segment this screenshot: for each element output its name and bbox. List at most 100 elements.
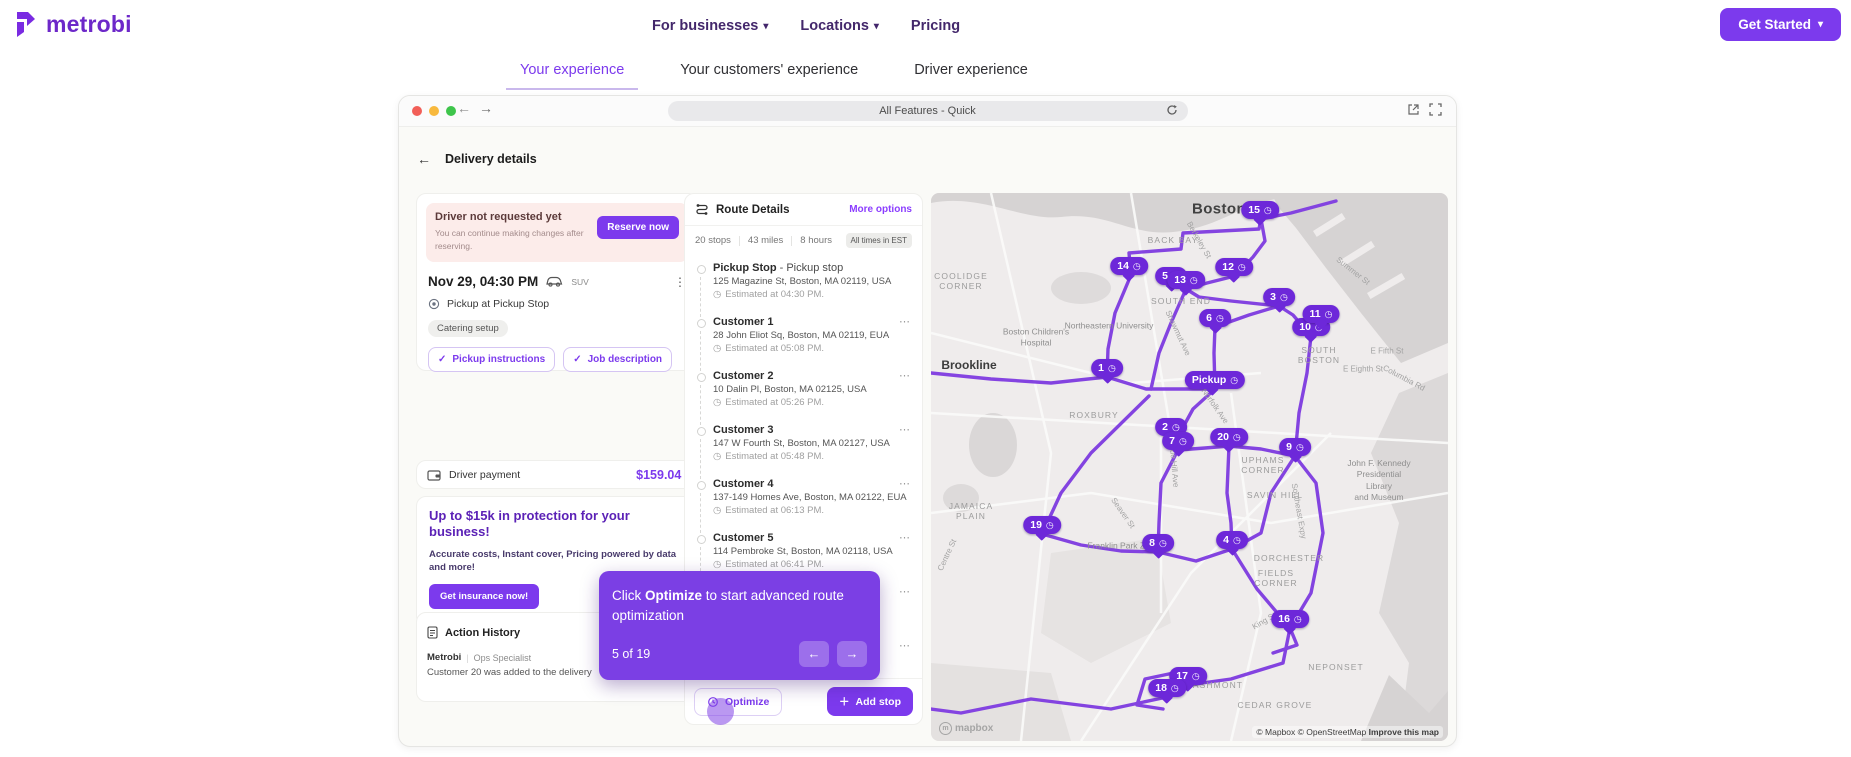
tab-your-experience[interactable]: Your experience [506, 56, 639, 90]
optimize-button[interactable]: Optimize [694, 687, 783, 716]
hours-count: 8 hours [800, 235, 832, 246]
driver-payment-card[interactable]: Driver payment $159.04 › [416, 460, 700, 489]
map-marker-4[interactable]: 4 ◷ [1216, 531, 1248, 549]
map-marker-15[interactable]: 15 ◷ [1241, 201, 1279, 219]
check-icon: ✓ [438, 354, 447, 365]
maximize-window-icon[interactable] [446, 106, 456, 116]
history-role: Ops Specialist [473, 652, 532, 663]
stop-name: Customer 2 [713, 370, 774, 382]
map-marker-16[interactable]: 16 ◷ [1271, 610, 1309, 628]
clock-icon: ◷ [1170, 682, 1179, 693]
nav-item-locations[interactable]: Locations ▾ [800, 18, 879, 34]
stop-menu-icon[interactable]: ⋯ [899, 531, 910, 544]
stop-menu-icon[interactable]: ⋯ [899, 477, 910, 490]
stop-info: Pickup Stop - Pickup stop 125 Magazine St… [713, 262, 910, 300]
stop-eta: ◷ Estimated at 05:08 PM. [713, 343, 825, 354]
map-marker-18[interactable]: 18 ◷ [1148, 679, 1186, 697]
marker-label: 6 [1206, 312, 1212, 324]
clock-icon: ◷ [1324, 308, 1333, 319]
stop-address: 114 Pembroke St, Boston, MA 02118, USA [713, 546, 893, 557]
marker-label: 9 [1286, 441, 1292, 453]
tab-driver-experience[interactable]: Driver experience [900, 56, 1042, 90]
divider [791, 235, 793, 246]
map-marker-1[interactable]: 1 ◷ [1091, 359, 1123, 377]
route-stop[interactable]: Customer 1 28 John Eliot Sq, Boston, MA 0… [691, 311, 916, 371]
stop-menu-icon[interactable]: ⋯ [899, 639, 910, 652]
stop-menu-icon[interactable]: ⋯ [899, 315, 910, 328]
route-stats: 20 stops 43 miles 8 hours All times in E… [685, 226, 922, 255]
fullscreen-icon[interactable] [1429, 103, 1442, 121]
stop-address: 147 W Fourth St, Boston, MA 02127, USA [713, 438, 890, 449]
clock-icon: ◷ [1178, 435, 1187, 446]
marker-label: 19 [1030, 519, 1042, 531]
stop-menu-icon[interactable]: ⋯ [899, 369, 910, 382]
tour-step-counter: 5 of 19 [612, 646, 651, 661]
browser-forward-icon[interactable]: → [479, 100, 493, 116]
map-marker-20[interactable]: 20 ◷ [1210, 428, 1248, 446]
stop-address: 125 Magazine St, Boston, MA 02119, USA [713, 276, 892, 287]
check-icon: ✓ [573, 354, 582, 365]
clock-icon: ◷ [1232, 431, 1241, 442]
metrobi-logo[interactable]: metrobi [14, 9, 132, 39]
tour-next-button[interactable]: → [837, 640, 867, 667]
pickup-instructions-button[interactable]: ✓ Pickup instructions [428, 347, 556, 372]
catering-setup-tag: Catering setup [428, 320, 508, 337]
tour-prev-button[interactable]: ← [799, 640, 829, 667]
stop-eta: ◷ Estimated at 05:26 PM. [713, 397, 825, 408]
nav-item-for-businesses[interactable]: For businesses ▾ [652, 18, 768, 34]
map-marker-8[interactable]: 8 ◷ [1142, 534, 1174, 552]
nav-item-pricing[interactable]: Pricing [911, 18, 960, 34]
improve-map-link[interactable]: Improve this map [1369, 727, 1439, 737]
app-back-icon[interactable]: ← [417, 151, 431, 167]
history-actor: Metrobi [427, 652, 462, 663]
url-text: All Features - Quick [879, 105, 976, 117]
map-marker-19[interactable]: 19 ◷ [1023, 516, 1061, 534]
map-marker-11[interactable]: 11 ◷ [1302, 305, 1340, 323]
route-stop[interactable]: Customer 4 137-149 Homes Ave, Boston, MA … [691, 473, 916, 533]
map-marker-7[interactable]: 7 ◷ [1162, 432, 1194, 450]
tab-your-customers-experience[interactable]: Your customers' experience [666, 56, 872, 90]
nav-item-label: Pricing [910, 18, 961, 34]
map-marker-6[interactable]: 6 ◷ [1199, 309, 1231, 327]
route-stop[interactable]: Customer 3 147 W Fourth St, Boston, MA 02… [691, 419, 916, 479]
main-nav: For businesses ▾ Locations ▾ Pricing [652, 0, 960, 52]
map-marker-pickup[interactable]: Pickup ◷ [1184, 371, 1246, 389]
stop-eta: ◷ Estimated at 05:48 PM. [713, 451, 825, 462]
miles-count: 43 miles [747, 235, 784, 246]
map-marker-12[interactable]: 12 ◷ [1215, 258, 1253, 276]
payment-label: Driver payment [449, 468, 521, 481]
stops-count: 20 stops [695, 235, 731, 246]
chevron-down-icon: ▾ [1817, 19, 1823, 30]
refresh-icon[interactable] [1166, 103, 1178, 121]
route-stop[interactable]: Customer 2 10 Dalin Pl, Boston, MA 02125,… [691, 365, 916, 425]
map-marker-3[interactable]: 3 ◷ [1263, 288, 1295, 306]
minimize-window-icon[interactable] [429, 106, 439, 116]
stop-menu-icon[interactable]: ⋯ [899, 585, 910, 598]
route-map[interactable]: © Mapbox © OpenStreetMap Improve this ma… [931, 193, 1448, 741]
marker-label: Pickup [1191, 374, 1227, 386]
marker-label: 7 [1169, 435, 1175, 447]
nav-item-label: Locations [800, 18, 869, 34]
more-options-link[interactable]: More options [849, 204, 912, 215]
reserve-now-button[interactable]: Reserve now [597, 216, 679, 239]
marker-label: 15 [1248, 204, 1260, 216]
get-insurance-button[interactable]: Get insurance now! [429, 584, 540, 610]
map-marker-14[interactable]: 14 ◷ [1110, 257, 1148, 275]
browser-back-icon[interactable]: ← [457, 100, 471, 116]
clock-icon: ◷ [1189, 274, 1198, 285]
delivery-datetime: Nov 29, 04:30 PM [428, 274, 539, 289]
map-marker-9[interactable]: 9 ◷ [1279, 438, 1311, 456]
stop-name: Pickup Stop - Pickup stop [713, 262, 844, 274]
top-navbar: metrobi For businesses ▾ Locations ▾ Pricing… [0, 0, 1851, 52]
open-external-icon[interactable] [1407, 103, 1420, 121]
get-started-button[interactable]: Get Started ▾ [1720, 8, 1841, 41]
job-description-button[interactable]: ✓ Job description [563, 347, 673, 372]
add-stop-button[interactable]: ＋ Add stop [827, 687, 913, 716]
route-stop[interactable]: Pickup Stop - Pickup stop 125 Magazine St… [691, 257, 916, 317]
arrow-right-icon: → [845, 646, 859, 661]
stop-menu-icon[interactable]: ⋯ [899, 423, 910, 436]
map-marker-13[interactable]: 13 ◷ [1167, 271, 1205, 289]
payment-amount[interactable]: $159.04 › [636, 468, 689, 482]
url-bar[interactable]: All Features - Quick [667, 101, 1188, 121]
close-window-icon[interactable] [412, 106, 422, 116]
